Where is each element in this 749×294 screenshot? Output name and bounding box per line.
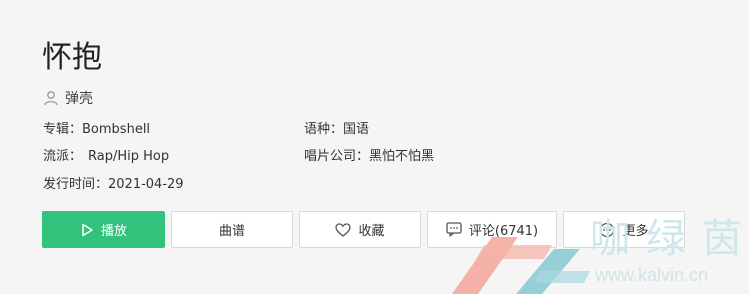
album-label: 专辑： [43,122,83,137]
genre-label: 流派： [43,149,83,164]
user-icon [43,90,59,106]
watermark-url: www.kalvin.cn [595,265,709,285]
more-label: 更多 [622,224,649,239]
release-date-value: 2021-04-29 [108,177,184,192]
album-info: 专辑：Bombshell [43,120,150,140]
play-label: 播放 [100,224,127,239]
language-label: 语种： [304,122,344,137]
release-date-info: 发行时间：2021-04-29 [43,175,184,195]
artist-name: 弹壳 [65,91,93,107]
comment-label: 评论(6741) [468,224,539,239]
genre-info: 流派： Rap/Hip Hop [43,147,169,167]
artist-link[interactable]: 弹壳 [43,88,93,108]
language-value: 国语 [343,122,370,137]
song-title: 怀抱 [42,40,102,75]
album-link[interactable]: Bombshell [82,122,150,137]
play-button[interactable]: 播放 [42,211,165,248]
record-label-value: 黑怕不怕黑 [369,149,435,164]
comment-icon [446,222,462,237]
record-label-label: 唱片公司： [304,149,370,164]
play-icon [80,223,94,237]
heart-icon [335,222,352,237]
more-icon [599,222,615,238]
release-date-label: 发行时间： [43,177,109,192]
comment-button[interactable]: 评论(6741) [427,211,557,248]
record-label-info: 唱片公司：黑怕不怕黑 [304,147,434,167]
song-detail-panel: 怀抱 弹壳 专辑：Bombshell 语种：国语 流派： Rap/Hip Hop … [0,0,749,294]
score-button[interactable]: 曲谱 [171,211,293,248]
more-button[interactable]: 更多 [563,211,685,248]
genre-value: Rap/Hip Hop [88,149,170,164]
score-label: 曲谱 [218,224,245,239]
language-info: 语种：国语 [304,120,369,140]
favorite-label: 收藏 [358,224,385,239]
favorite-button[interactable]: 收藏 [299,211,421,248]
